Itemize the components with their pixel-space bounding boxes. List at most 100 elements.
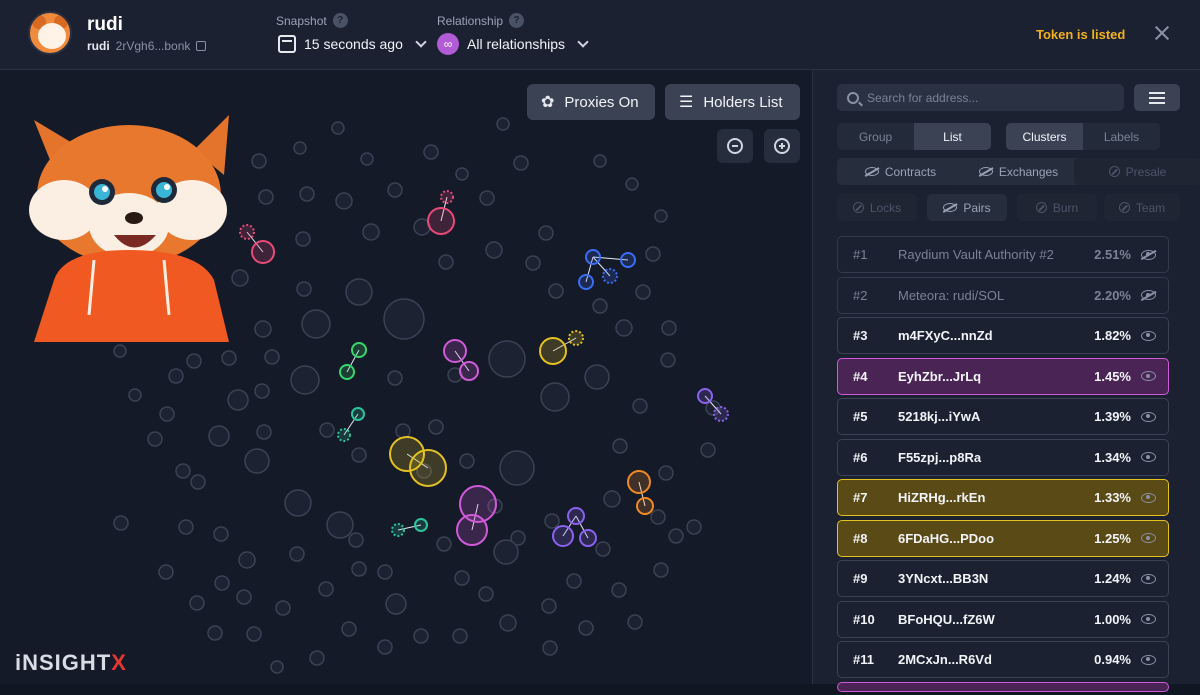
holder-bubble[interactable] — [395, 423, 411, 439]
holder-bubble[interactable] — [548, 283, 564, 299]
tab-clusters[interactable]: Clusters — [1006, 123, 1083, 150]
holder-bubble[interactable] — [377, 639, 393, 655]
holder-bubble[interactable] — [335, 192, 353, 210]
holder-bubble[interactable] — [178, 519, 194, 535]
filter-settings-button[interactable] — [1134, 84, 1180, 111]
bubble-map-canvas[interactable]: ✿ Proxies On ☰ Holders List iNSIGHTX — [0, 70, 812, 684]
holder-bubble[interactable] — [341, 621, 357, 637]
holder-bubble[interactable] — [213, 526, 229, 542]
cluster-bubble[interactable] — [578, 274, 594, 290]
holder-bubble[interactable] — [423, 144, 439, 160]
holder-bubble[interactable] — [238, 551, 256, 569]
zoom-out-button[interactable] — [717, 129, 753, 163]
filter-burn[interactable]: Burn — [1017, 194, 1097, 221]
holder-bubble[interactable] — [275, 600, 291, 616]
holder-bubble[interactable] — [645, 246, 661, 262]
cluster-bubble[interactable] — [251, 240, 275, 264]
holder-bubble[interactable] — [246, 626, 262, 642]
holder-bubble[interactable] — [128, 388, 142, 402]
holder-bubble[interactable] — [635, 284, 651, 300]
holder-bubble[interactable] — [190, 474, 206, 490]
holder-bubble[interactable] — [175, 463, 191, 479]
holder-bubble[interactable] — [264, 349, 280, 365]
holder-bubble[interactable] — [256, 424, 272, 440]
holder-bubble[interactable] — [627, 614, 643, 630]
holder-bubble[interactable] — [290, 365, 320, 395]
filter-pairs[interactable]: Pairs — [927, 194, 1007, 221]
cluster-bubble[interactable] — [459, 361, 479, 381]
holder-bubble[interactable] — [301, 309, 331, 339]
eye-icon[interactable] — [1141, 330, 1156, 341]
cluster-bubble[interactable] — [567, 507, 585, 525]
relationship-selector[interactable]: ∞ All relationships — [437, 33, 589, 55]
holder-row[interactable]: #9 3YNcxt...BB3N 1.24% — [837, 560, 1169, 597]
holder-bubble[interactable] — [309, 650, 325, 666]
holder-bubble[interactable] — [387, 370, 403, 386]
holder-row[interactable]: #1 Raydium Vault Authority #2 2.51% — [837, 236, 1169, 273]
holder-bubble[interactable] — [318, 581, 334, 597]
holder-bubble[interactable] — [351, 561, 367, 577]
holder-bubble[interactable] — [377, 564, 393, 580]
cluster-bubble[interactable] — [440, 190, 454, 204]
holder-bubble[interactable] — [566, 573, 582, 589]
holder-bubble[interactable] — [625, 177, 639, 191]
copy-icon[interactable] — [196, 41, 207, 51]
holder-bubble[interactable] — [227, 389, 249, 411]
cluster-bubble[interactable] — [456, 514, 488, 546]
holder-bubble[interactable] — [236, 589, 252, 605]
holder-bubble[interactable] — [650, 509, 666, 525]
cluster-bubble[interactable] — [713, 406, 729, 422]
holder-bubble[interactable] — [499, 450, 535, 486]
eye-off-icon[interactable] — [1141, 290, 1156, 300]
holder-bubble[interactable] — [258, 189, 274, 205]
filter-team[interactable]: Team — [1104, 194, 1180, 221]
holder-bubble[interactable] — [603, 490, 621, 508]
cluster-bubble[interactable] — [539, 337, 567, 365]
holder-bubble[interactable] — [496, 117, 510, 131]
holder-row[interactable]: #2 Meteora: rudi/SOL 2.20% — [837, 276, 1169, 314]
eye-off-icon[interactable] — [1141, 249, 1156, 260]
cluster-bubble[interactable] — [636, 497, 654, 515]
holder-bubble[interactable] — [540, 382, 570, 412]
holder-bubble[interactable] — [189, 595, 205, 611]
filter-locks[interactable]: Locks — [837, 194, 917, 221]
holder-bubble[interactable] — [251, 153, 267, 169]
eye-icon[interactable] — [1141, 614, 1156, 624]
holder-bubble[interactable] — [351, 447, 367, 463]
holder-bubble[interactable] — [159, 406, 175, 422]
holder-bubble[interactable] — [270, 660, 284, 674]
holder-bubble[interactable] — [299, 186, 315, 202]
eye-icon[interactable] — [1141, 654, 1156, 665]
eye-icon[interactable] — [1141, 492, 1156, 503]
cluster-bubble[interactable] — [579, 529, 597, 547]
holder-bubble[interactable] — [479, 190, 495, 206]
holder-bubble[interactable] — [615, 319, 633, 337]
cluster-bubble[interactable] — [627, 470, 651, 494]
eye-icon[interactable] — [1141, 452, 1156, 462]
holder-bubble[interactable] — [383, 298, 425, 340]
holder-bubble[interactable] — [147, 431, 163, 447]
holder-bubble[interactable] — [584, 364, 610, 390]
close-icon[interactable] — [1153, 24, 1171, 42]
cluster-bubble[interactable] — [427, 207, 455, 235]
holder-bubble[interactable] — [113, 344, 127, 358]
snapshot-help-icon[interactable]: ? — [332, 13, 348, 28]
holder-row[interactable]: #11 2MCxJn...R6Vd 0.94% — [837, 641, 1169, 678]
holder-bubble[interactable] — [186, 353, 202, 369]
tab-list[interactable]: List — [914, 123, 991, 150]
holder-bubble[interactable] — [254, 320, 272, 338]
holder-bubble[interactable] — [296, 281, 312, 297]
holder-bubble[interactable] — [326, 511, 354, 539]
holder-bubble[interactable] — [208, 425, 230, 447]
holder-bubble[interactable] — [413, 628, 429, 644]
holder-bubble[interactable] — [499, 614, 517, 632]
cluster-bubble[interactable] — [620, 252, 636, 268]
cluster-bubble[interactable] — [339, 364, 355, 380]
holder-row[interactable]: #10 BFoHQU...fZ6W 1.00% — [837, 600, 1169, 638]
holder-bubble[interactable] — [438, 254, 454, 270]
holder-bubble[interactable] — [362, 223, 380, 241]
holder-bubble[interactable] — [668, 528, 684, 544]
holder-bubble[interactable] — [658, 465, 674, 481]
holder-bubble[interactable] — [595, 541, 611, 557]
holder-bubble[interactable] — [493, 539, 519, 565]
